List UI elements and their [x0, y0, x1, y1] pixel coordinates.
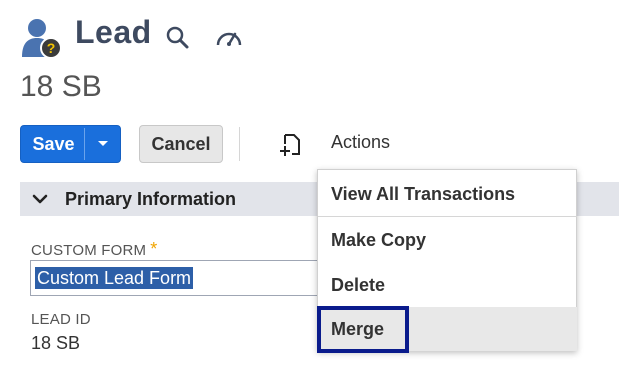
menu-item-view-all-transactions[interactable]: View All Transactions — [318, 172, 577, 216]
section-title: Primary Information — [65, 189, 237, 209]
toolbar-divider — [239, 127, 240, 161]
lead-person-icon: ? — [20, 17, 64, 59]
chevron-down-icon[interactable] — [32, 192, 48, 206]
save-button[interactable]: Save — [21, 126, 84, 162]
custom-form-field-label: CUSTOM FORM * — [31, 239, 157, 260]
page-title: Lead — [75, 14, 152, 50]
save-button-group[interactable]: Save — [20, 125, 121, 163]
menu-divider — [318, 216, 577, 217]
custom-form-value: Custom Lead Form — [35, 267, 194, 289]
cancel-button[interactable]: Cancel — [139, 125, 223, 163]
required-indicator: * — [150, 239, 158, 259]
record-name: 18 SB — [20, 70, 102, 103]
chevron-down-icon — [97, 141, 108, 146]
menu-item-make-copy[interactable]: Make Copy — [318, 218, 577, 262]
search-icon[interactable] — [165, 25, 191, 51]
add-document-icon[interactable] — [278, 132, 302, 158]
save-dropdown-button[interactable] — [85, 126, 120, 162]
custom-form-label: CUSTOM FORM — [31, 242, 147, 259]
actions-menu-button[interactable]: Actions — [331, 132, 390, 153]
dashboard-gauge-icon[interactable] — [214, 25, 244, 51]
lead-id-label: LEAD ID — [31, 311, 91, 328]
merge-highlight-box — [317, 306, 409, 353]
custom-form-select[interactable]: Custom Lead Form — [30, 260, 330, 296]
svg-text:?: ? — [47, 40, 56, 56]
menu-item-delete[interactable]: Delete — [318, 263, 577, 307]
lead-id-value: 18 SB — [31, 333, 81, 353]
